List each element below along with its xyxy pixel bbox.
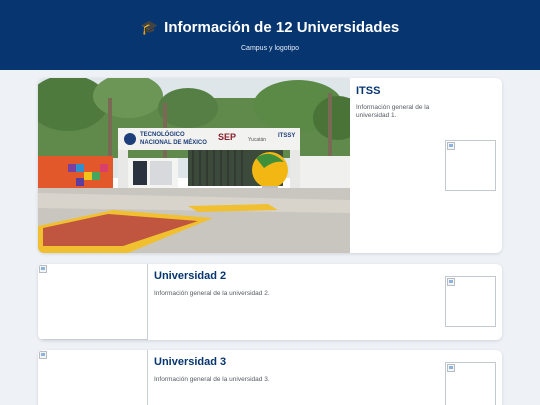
university-description: Información general de la universidad 3. <box>154 376 270 383</box>
university-description: Información general de la universidad 2. <box>154 290 270 297</box>
campus-photo <box>38 350 148 405</box>
campus-sign-yucatan: Yucatán <box>248 137 266 143</box>
university-name: Universidad 2 <box>154 270 227 282</box>
campus-sign-line2: NACIONAL DE MÉXICO <box>140 138 207 146</box>
broken-image-icon <box>39 265 47 273</box>
university-logo <box>445 362 496 405</box>
university-name: Universidad 3 <box>154 356 227 368</box>
university-name: ITSS <box>356 85 381 97</box>
page-header: 🎓 Información de 12 Universidades Campus … <box>0 0 540 70</box>
page-subtitle: Campus y logotipo <box>241 45 299 52</box>
university-logo <box>445 276 496 327</box>
broken-image-icon <box>39 351 47 359</box>
university-card[interactable]: TECNOLÓGICO NACIONAL DE MÉXICO SEP Yucat… <box>38 78 502 253</box>
broken-image-icon <box>447 364 455 372</box>
university-logo <box>445 140 496 191</box>
graduation-cap-icon: 🎓 <box>140 19 159 35</box>
university-card[interactable]: Universidad 3 Información general de la … <box>38 350 502 405</box>
university-card[interactable]: Universidad 2 Información general de la … <box>38 264 502 340</box>
campus-photo: TECNOLÓGICO NACIONAL DE MÉXICO SEP Yucat… <box>38 78 350 253</box>
campus-sign-itssy: ITSSY <box>278 133 295 139</box>
broken-image-icon <box>447 142 455 150</box>
page-title-text: Información de 12 Universidades <box>164 19 400 36</box>
campus-sign-line1: TECNOLÓGICO <box>140 130 185 138</box>
university-description: Información general de la universidad 1. <box>356 104 430 119</box>
page-title: 🎓 Información de 12 Universidades <box>0 18 540 37</box>
broken-image-icon <box>447 278 455 286</box>
campus-photo <box>38 264 148 340</box>
campus-sign-sep: SEP <box>218 132 236 142</box>
